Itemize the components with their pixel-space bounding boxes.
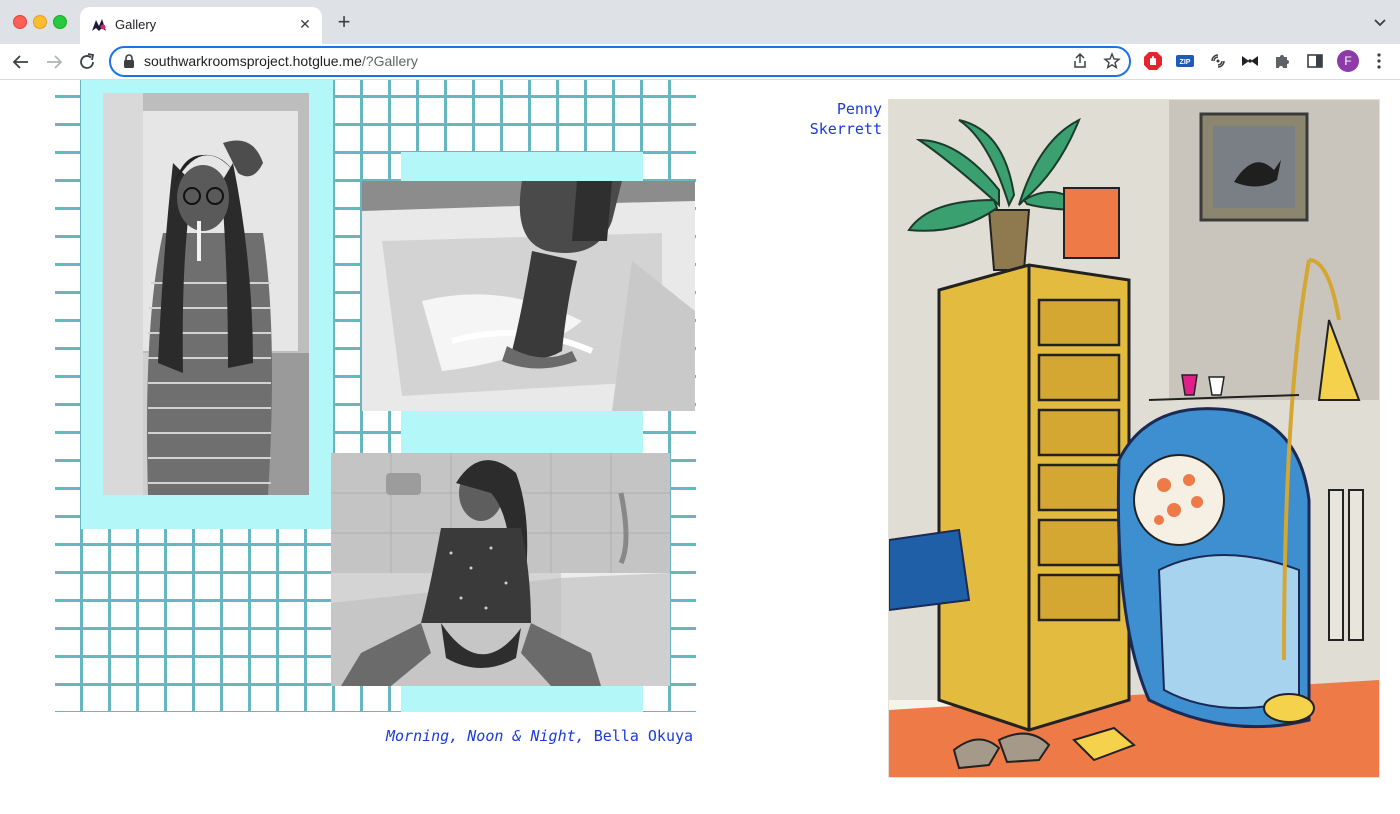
lock-icon[interactable] (123, 54, 135, 68)
profile-avatar[interactable]: F (1337, 50, 1359, 72)
address-bar[interactable]: southwarkroomsproject.hotglue.me/?Galler… (109, 46, 1131, 77)
tab-strip: Gallery ✕ + (0, 0, 1400, 44)
artist-name-penny: Penny Skerrett (809, 100, 882, 138)
painting-image (889, 100, 1379, 777)
cyan-bar-middle (401, 411, 643, 453)
bowtie-icon[interactable] (1240, 51, 1260, 71)
reload-icon[interactable] (76, 51, 98, 73)
tab-close-icon[interactable]: ✕ (296, 15, 314, 33)
caption-bella-okuya: Morning, Noon & Night, Bella Okuya (386, 727, 693, 745)
photo-bathtub[interactable] (362, 181, 695, 411)
url-path: /?Gallery (361, 53, 418, 69)
close-window-button[interactable] (13, 15, 27, 29)
side-panel-icon[interactable] (1305, 51, 1325, 71)
artist-name: Bella Okuya (593, 727, 694, 745)
painting-armchair-room[interactable] (888, 99, 1380, 778)
url-text[interactable]: southwarkroomsproject.hotglue.me/?Galler… (144, 53, 418, 69)
minimize-window-button[interactable] (33, 15, 47, 29)
zip-icon[interactable]: ZIP (1175, 51, 1195, 71)
crouching-figure-image (331, 453, 670, 686)
tab-gallery[interactable]: Gallery ✕ (80, 7, 322, 44)
photo-crouching-figure[interactable] (331, 453, 670, 686)
photo-mirror-portrait[interactable] (103, 93, 309, 495)
forward-arrow-icon[interactable] (43, 51, 65, 73)
new-tab-button[interactable]: + (334, 11, 354, 33)
bookmark-star-icon[interactable] (1103, 52, 1121, 70)
maximize-window-button[interactable] (53, 15, 67, 29)
mirror-portrait-image (103, 93, 309, 495)
more-menu-icon[interactable] (1373, 52, 1385, 70)
svg-text:ZIP: ZIP (1180, 59, 1191, 66)
artwork-title: Morning, Noon & Night, (386, 727, 585, 745)
adblock-icon[interactable] (1143, 51, 1163, 71)
url-domain: southwarkroomsproject.hotglue.me (144, 53, 362, 69)
gallery-page: Morning, Noon & Night, Bella Okuya Penny… (0, 80, 1400, 814)
hotglue-favicon-icon (92, 19, 106, 31)
share-icon[interactable] (1071, 52, 1089, 70)
puzzle-icon[interactable] (1272, 51, 1292, 71)
back-arrow-icon[interactable] (10, 51, 32, 73)
cyan-bar-bottom (401, 686, 643, 712)
audio-icon[interactable] (1208, 51, 1228, 71)
cyan-bar-top (401, 152, 643, 182)
chevron-down-icon[interactable] (1372, 14, 1388, 30)
bathtub-image (362, 181, 695, 411)
browser-toolbar: southwarkroomsproject.hotglue.me/?Galler… (0, 44, 1400, 80)
tab-title: Gallery (115, 17, 157, 32)
